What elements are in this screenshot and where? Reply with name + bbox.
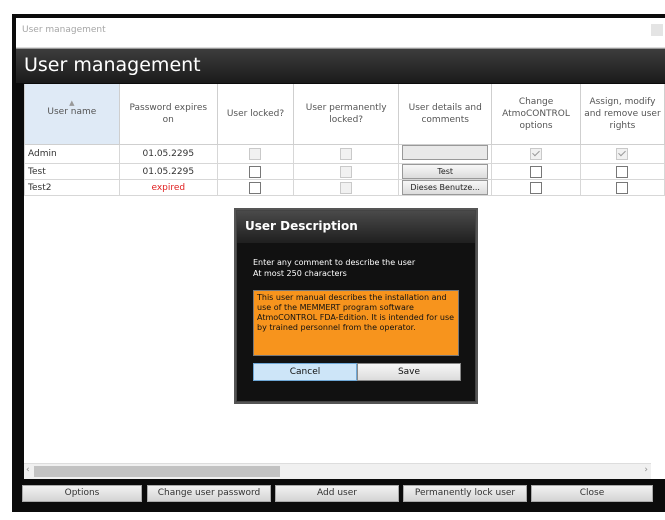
password-expires-cell: expired (118, 179, 218, 196)
scroll-left-icon[interactable]: ‹ (26, 465, 30, 475)
user-locked-checkbox[interactable] (249, 165, 262, 178)
assign-rights-cell (579, 144, 665, 164)
window-control-button[interactable] (651, 24, 663, 36)
cancel-button[interactable]: Cancel (253, 363, 357, 381)
user-name-cell: Test (24, 163, 120, 180)
table-row[interactable]: Test 01.05.2295 Test (24, 163, 665, 180)
footer-toolbar: Options Change user password Add user Pe… (22, 485, 662, 502)
permanently-locked-cell (293, 179, 400, 196)
change-options-checkbox[interactable] (530, 181, 543, 194)
column-header-user-locked[interactable]: User locked? (216, 84, 295, 145)
permanently-locked-cell (293, 163, 400, 180)
column-header-user-name[interactable]: ▲ User name (24, 84, 120, 145)
column-header-user-permanently-locked[interactable]: User permanently locked? (293, 84, 400, 145)
column-header-change-options[interactable]: Change AtmoCONTROL options (491, 84, 581, 145)
add-user-button[interactable]: Add user (275, 485, 399, 502)
users-table: ▲ User name Password expires on User lock… (24, 84, 665, 196)
close-button[interactable]: Close (531, 485, 653, 502)
scrollbar-thumb[interactable] (34, 466, 280, 477)
user-description-dialog: User Description Enter any comment to de… (236, 210, 476, 402)
details-cell: Dieses Benutze... (398, 179, 493, 196)
dialog-message: Enter any comment to describe the user A… (253, 257, 415, 279)
details-cell (398, 144, 493, 164)
dialog-header: User Description (237, 211, 475, 243)
options-button[interactable]: Options (22, 485, 142, 502)
change-options-cell (491, 179, 581, 196)
user-locked-cell (216, 144, 295, 164)
change-options-checkbox[interactable] (530, 148, 543, 160)
assign-rights-cell (579, 163, 665, 180)
column-header-assign-rights[interactable]: Assign, modify and remove user rights (579, 84, 665, 145)
window-titlebar: User management (16, 18, 665, 48)
permanently-lock-button[interactable]: Permanently lock user (403, 485, 527, 502)
assign-rights-checkbox[interactable] (616, 165, 629, 178)
dialog-instruction: Enter any comment to describe the user (253, 258, 416, 267)
user-details-button[interactable]: Test (402, 164, 489, 179)
user-locked-cell (216, 179, 295, 196)
permanently-locked-checkbox[interactable] (340, 181, 353, 194)
scroll-right-icon[interactable]: › (644, 465, 648, 475)
horizontal-scrollbar[interactable]: ‹ › (24, 463, 651, 479)
user-locked-checkbox[interactable] (249, 181, 262, 194)
permanently-locked-cell (293, 144, 400, 164)
change-options-cell (491, 144, 581, 164)
password-expires-cell: 01.05.2295 (118, 144, 218, 164)
page-title: User management (24, 54, 201, 76)
column-header-user-details[interactable]: User details and comments (398, 84, 493, 145)
user-name-cell: Test2 (24, 179, 120, 196)
user-details-button[interactable]: Dieses Benutze... (402, 180, 489, 195)
column-header-password-expires[interactable]: Password expires on (118, 84, 218, 145)
permanently-locked-checkbox[interactable] (340, 165, 353, 178)
permanently-locked-checkbox[interactable] (340, 148, 353, 160)
change-options-cell (491, 163, 581, 180)
description-textarea[interactable]: This user manual describes the installat… (253, 290, 459, 356)
save-button[interactable]: Save (357, 363, 461, 381)
user-details-button[interactable] (402, 145, 489, 160)
change-password-button[interactable]: Change user password (147, 485, 271, 502)
change-options-checkbox[interactable] (530, 165, 543, 178)
dialog-limit-note: At most 250 characters (253, 269, 347, 278)
dialog-title: User Description (245, 219, 358, 233)
table-header-row: ▲ User name Password expires on User lock… (24, 84, 665, 145)
window-title: User management (22, 25, 106, 35)
assign-rights-checkbox[interactable] (616, 148, 629, 160)
user-name-cell: Admin (24, 144, 120, 164)
user-locked-cell (216, 163, 295, 180)
password-expires-cell: 01.05.2295 (118, 163, 218, 180)
assign-rights-checkbox[interactable] (616, 181, 629, 194)
user-locked-checkbox[interactable] (249, 148, 262, 160)
assign-rights-cell (579, 179, 665, 196)
table-row[interactable]: Test2 expired Dieses Benutze... (24, 179, 665, 196)
page-header: User management (16, 48, 665, 83)
details-cell: Test (398, 163, 493, 180)
table-row[interactable]: Admin 01.05.2295 (24, 144, 665, 164)
